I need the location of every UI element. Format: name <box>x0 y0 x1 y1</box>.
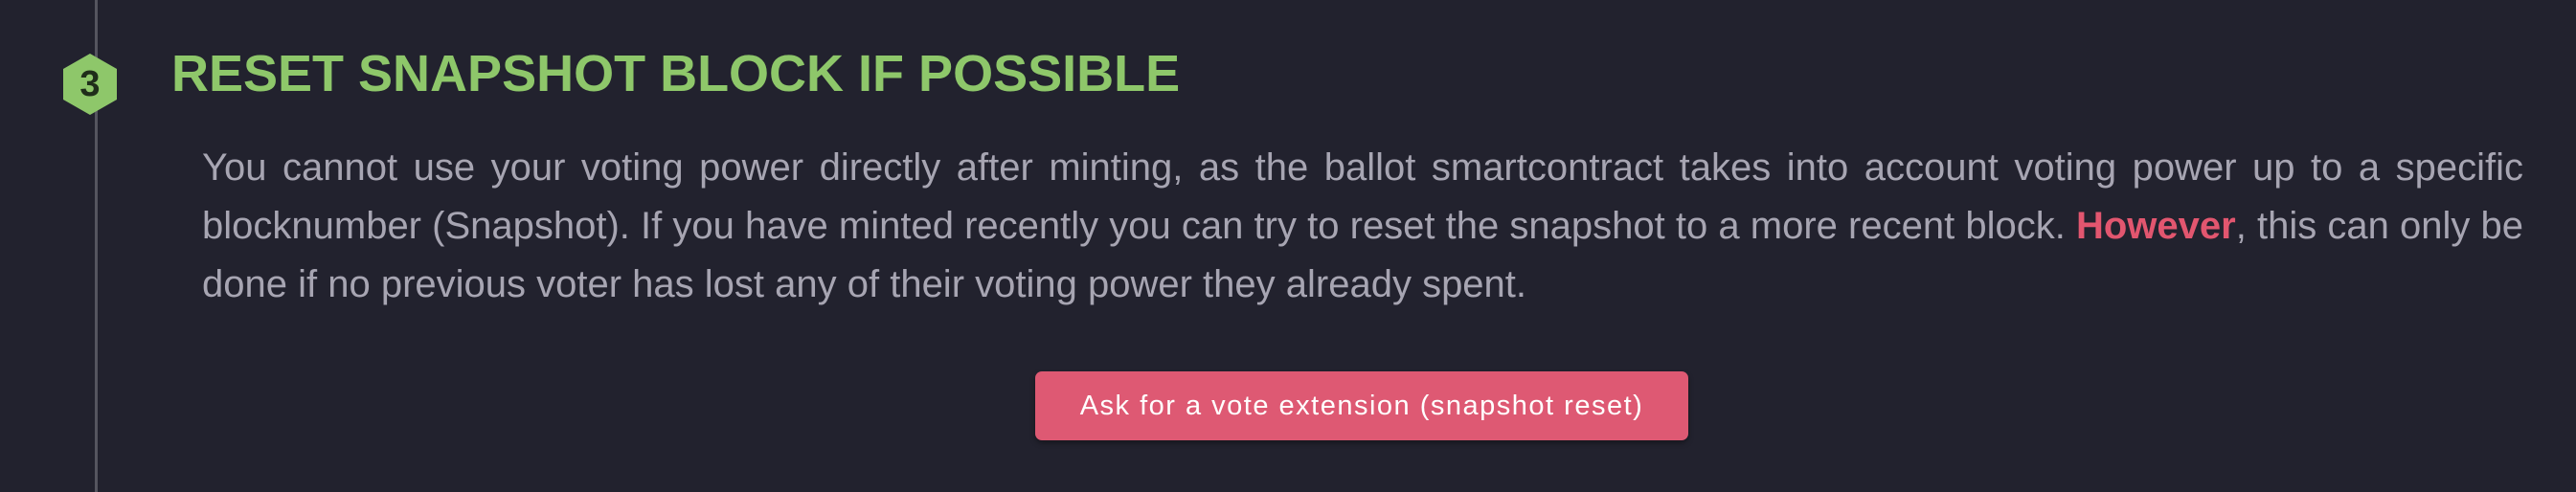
warning-highlight: However <box>2075 205 2236 247</box>
step-description: You cannot use your voting power directl… <box>202 139 2523 314</box>
step-title: RESET SNAPSHOT BLOCK IF POSSIBLE <box>171 45 1181 102</box>
step-number: 3 <box>79 64 101 104</box>
step-number-hexagon-icon: 3 <box>63 54 117 115</box>
vote-extension-button[interactable]: Ask for a vote extension (snapshot reset… <box>1035 371 1688 440</box>
